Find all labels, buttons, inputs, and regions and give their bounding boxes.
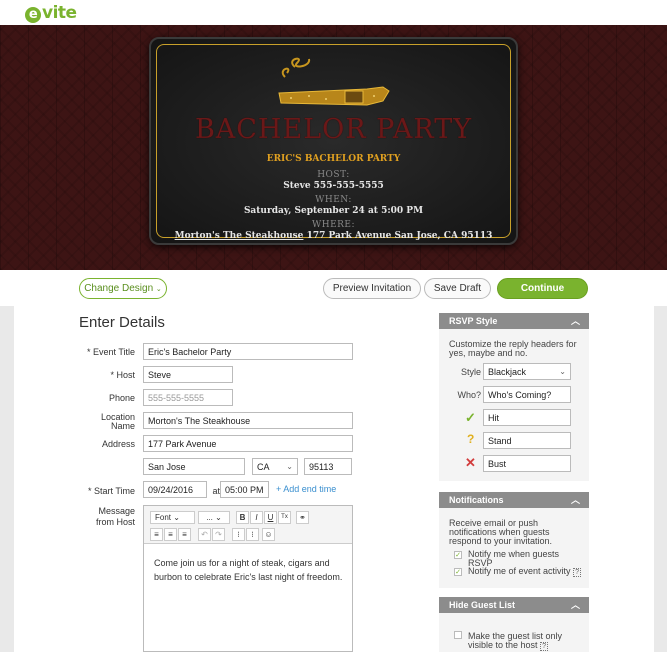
evite-logo[interactable]: e vite [25,3,77,23]
time-input[interactable]: 05:00 PM [220,481,269,498]
date-input[interactable]: 09/24/2016 [143,481,207,498]
event-title-label: * Event Title [86,347,135,357]
who-label: Who? [457,390,481,400]
change-design-button[interactable]: Change Design ⌄ [79,278,167,299]
notify-activity-checkbox[interactable]: ✓ [454,568,462,576]
notifications-section: Receive email or push notifications when… [439,508,589,588]
italic-button[interactable]: I [250,511,263,524]
chevron-down-icon: ⌄ [173,513,180,522]
save-draft-button[interactable]: Save Draft [424,278,491,299]
chevron-down-icon: ⌄ [215,513,222,522]
where-label: WHERE: [311,220,356,230]
size-select[interactable]: ... ⌄ [198,511,230,524]
zip-input[interactable]: 95113 [304,458,352,475]
rsvp-style-select[interactable]: Blackjack ⌄ [483,363,571,380]
location-label: Location Name [100,412,135,431]
who-input[interactable]: Who's Coming? [483,386,571,403]
redo-icon[interactable]: ↷ [212,528,225,541]
align-left-icon[interactable]: ≡ [150,528,163,541]
host-value: Steve 555-555-5555 [283,181,384,191]
invitation-subtitle: ERIC'S BACHELOR PARTY [266,154,401,164]
invitation-preview-banner: BACHELOR PARTY ERIC'S BACHELOR PARTY HOS… [0,25,667,270]
ordered-list-icon[interactable]: ⁝ [232,528,245,541]
address-label: Address [101,439,135,449]
message-text[interactable]: Come join us for a night of steak, cigar… [154,556,344,584]
notifications-description: Receive email or push notifications when… [449,518,553,546]
notify-activity-label: Notify me of event activity ? [468,566,581,577]
top-bar: e vite [0,0,667,25]
when-value: Saturday, September 24 at 5:00 PM [243,206,424,216]
emoji-icon[interactable]: ☺ [262,528,275,541]
where-address: 177 Park Avenue San Jose, CA 95113 [306,231,493,241]
add-end-time-link[interactable]: + Add end time [276,484,336,494]
hide-guest-list-checkbox[interactable] [454,631,462,639]
cigar-icon [278,57,390,106]
style-label: Style [460,367,481,377]
phone-label: Phone [108,393,135,403]
page-title: Enter Details [79,314,165,331]
unordered-list-icon[interactable]: ⁝ [246,528,259,541]
help-icon[interactable]: ? [540,642,548,651]
location-input[interactable]: Morton's The Steakhouse [143,412,353,429]
yes-input[interactable]: Hit [483,409,571,426]
x-icon: ✕ [465,455,476,470]
invitation-title: BACHELOR PARTY [194,114,473,145]
rsvp-style-header[interactable]: RSVP Style ︿ [439,313,589,329]
notify-rsvp-checkbox[interactable]: ✓ [454,551,462,559]
help-icon[interactable]: ? [573,568,581,577]
clear-format-button[interactable]: Tx [278,511,291,524]
start-time-label: * Start Time [87,486,135,496]
city-input[interactable]: San Jose [143,458,245,475]
link-icon[interactable]: ⚭ [296,511,309,524]
align-right-icon[interactable]: ≡ [178,528,191,541]
editor-toolbar: Font ⌄ ... ⌄ B I U Tx ⚭ ≡ ≡ ≡ ↶ ↷ ⁝ ⁝ ☺ [144,506,352,544]
at-text: at [212,486,220,496]
rsvp-description: Customize the reply headers for yes, may… [449,339,577,358]
underline-button[interactable]: U [264,511,277,524]
logo-text: vite [42,3,77,23]
notifications-header[interactable]: Notifications ︿ [439,492,589,508]
logo-mark: e [25,7,41,23]
phone-input[interactable]: 555-555-5555 [143,389,233,406]
state-select[interactable]: CA ⌄ [252,458,298,475]
rsvp-style-section: Customize the reply headers for yes, may… [439,329,589,481]
undo-icon[interactable]: ↶ [198,528,211,541]
host-field-label: * Host [110,370,135,380]
continue-button[interactable]: Continue [497,278,588,299]
action-bar: Change Design ⌄ Preview Invitation Save … [0,270,667,306]
hide-guest-list-label: Make the guest list only visible to the … [468,631,563,651]
when-label: WHEN: [315,195,352,205]
chevron-down-icon: ⌄ [559,367,566,376]
chevron-down-icon: ⌄ [286,462,293,471]
hide-guest-list-header[interactable]: Hide Guest List ︿ [439,597,589,613]
message-label: Message from Host [95,506,135,527]
bold-button[interactable]: B [236,511,249,524]
where-value: Morton's The Steakhouse 177 Park Avenue … [151,231,516,241]
chevron-up-icon: ︿ [570,316,580,326]
chevron-up-icon: ︿ [570,600,580,610]
event-title-input[interactable]: Eric's Bachelor Party [143,343,353,360]
align-center-icon[interactable]: ≡ [164,528,177,541]
host-input[interactable]: Steve [143,366,233,383]
no-input[interactable]: Bust [483,455,571,472]
message-editor[interactable]: Font ⌄ ... ⌄ B I U Tx ⚭ ≡ ≡ ≡ ↶ ↷ ⁝ ⁝ ☺ … [143,505,353,652]
font-select[interactable]: Font ⌄ [150,511,195,524]
check-icon: ✓ [465,410,476,425]
chevron-up-icon: ︿ [570,495,580,505]
invitation-card: BACHELOR PARTY ERIC'S BACHELOR PARTY HOS… [149,37,518,245]
maybe-input[interactable]: Stand [483,432,571,449]
preview-invitation-button[interactable]: Preview Invitation [323,278,421,299]
address-input[interactable]: 177 Park Avenue [143,435,353,452]
hide-guest-list-section: Make the guest list only visible to the … [439,613,589,652]
where-name[interactable]: Morton's The Steakhouse [175,231,304,241]
chevron-down-icon: ⌄ [155,286,162,293]
question-icon: ? [467,432,475,446]
host-label: HOST: [317,170,350,180]
